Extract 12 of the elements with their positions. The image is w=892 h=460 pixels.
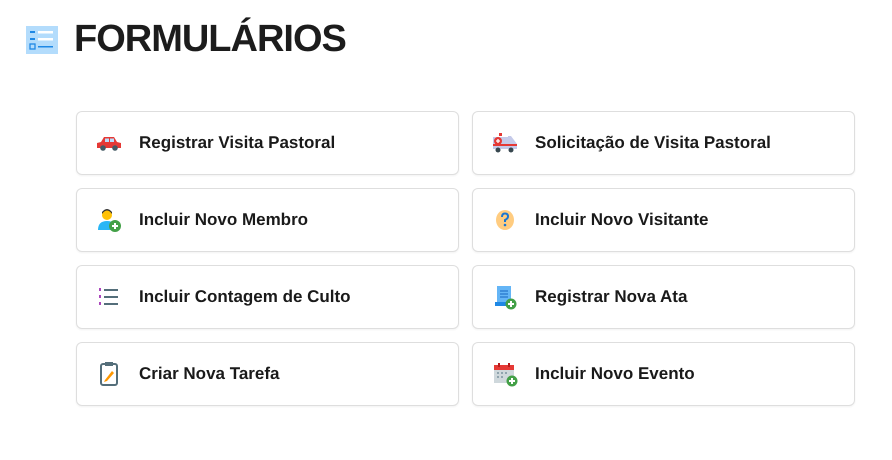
add-calendar-icon [491, 360, 519, 388]
form-card[interactable]: Incluir Novo Visitante [472, 188, 855, 252]
form-card[interactable]: Incluir Contagem de Culto [76, 265, 459, 329]
form-card[interactable]: Incluir Novo Membro [76, 188, 459, 252]
form-card[interactable]: Incluir Novo Evento [472, 342, 855, 406]
form-card[interactable]: Criar Nova Tarefa [76, 342, 459, 406]
page-title: FORMULÁRIOS [74, 18, 346, 61]
add-person-icon [95, 206, 123, 234]
form-card[interactable]: Registrar Visita Pastoral [76, 111, 459, 175]
form-list-icon [26, 26, 58, 54]
form-card[interactable]: Registrar Nova Ata [472, 265, 855, 329]
form-card[interactable]: Solicitação de Visita Pastoral [472, 111, 855, 175]
